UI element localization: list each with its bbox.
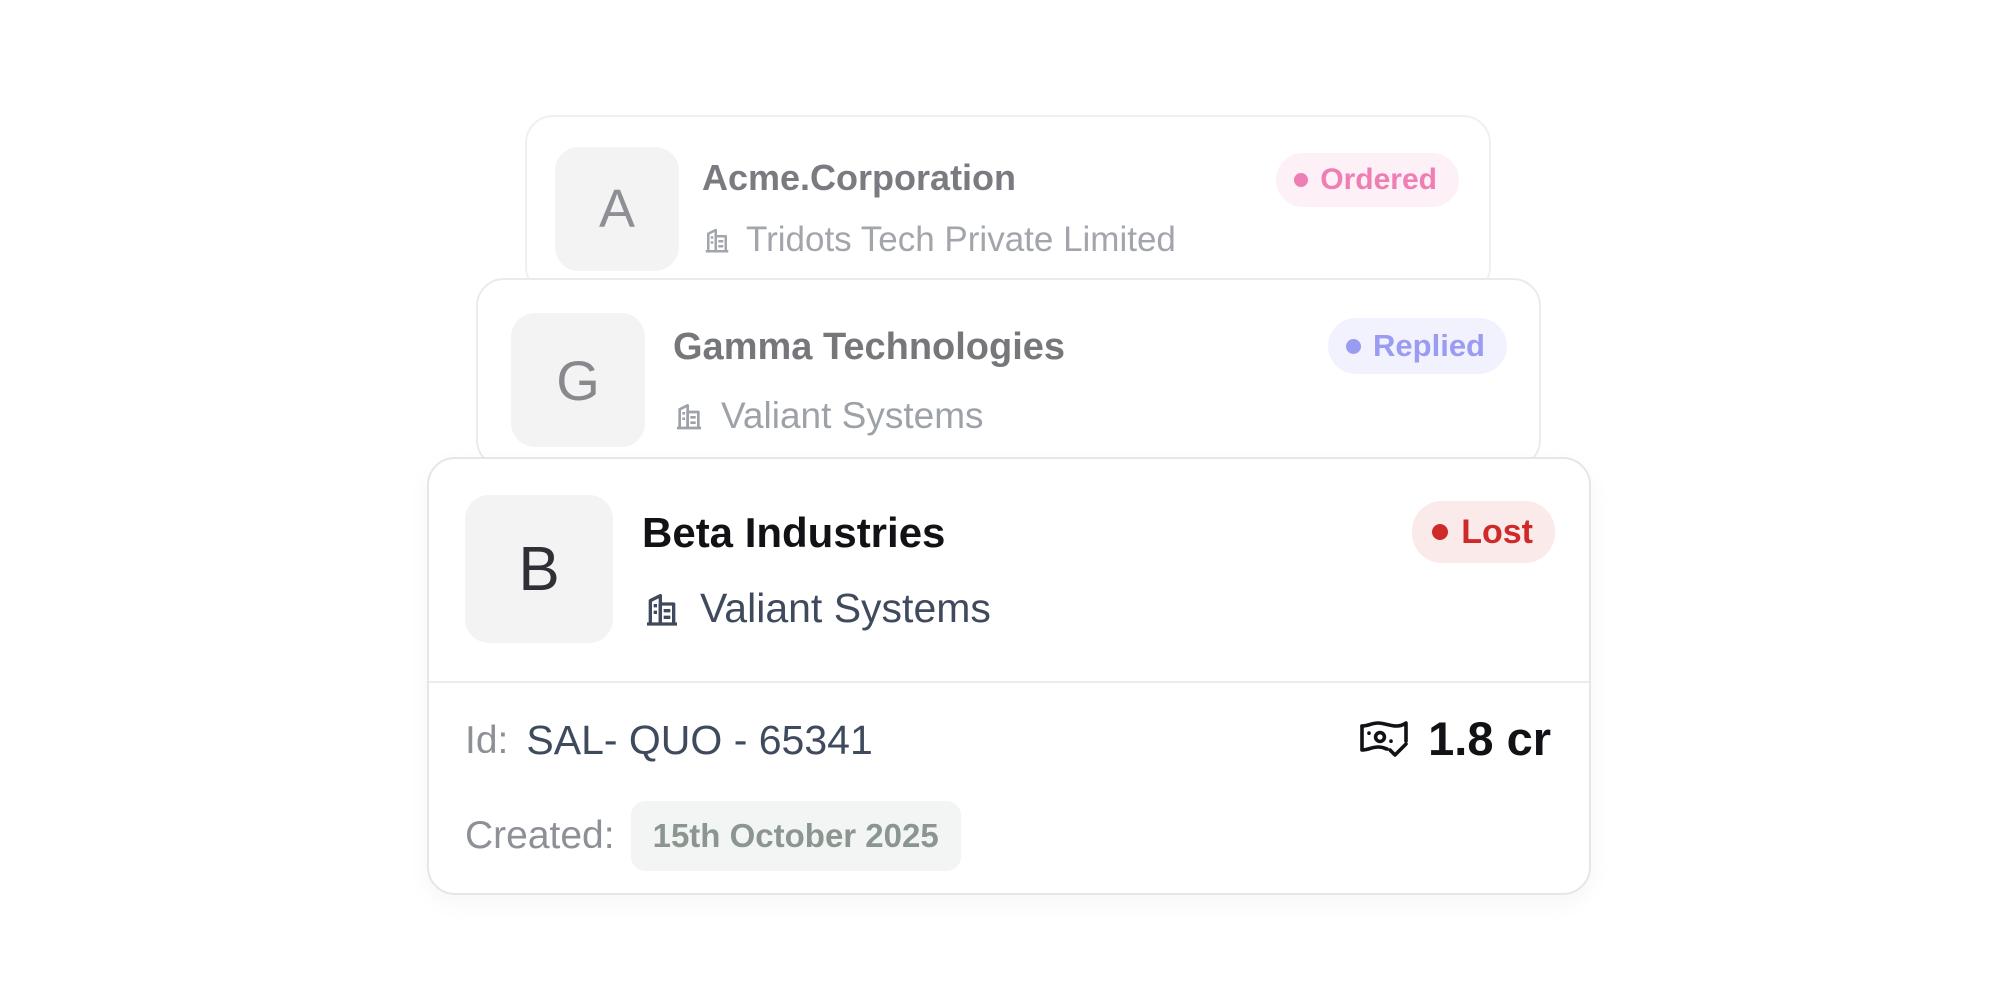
avatar: G xyxy=(511,313,645,447)
created-row: Created: 15th October 2025 xyxy=(465,801,961,871)
customer-name: Acme.Corporation xyxy=(702,157,1017,198)
quote-id-row: Id: SAL- QUO - 65341 xyxy=(465,717,873,764)
customer-name: Gamma Technologies xyxy=(673,326,1066,368)
created-date-chip: 15th October 2025 xyxy=(630,801,961,871)
building-icon xyxy=(673,400,705,432)
company-line: Valiant Systems xyxy=(673,395,984,437)
avatar-letter: G xyxy=(556,348,600,412)
quote-card-gamma[interactable]: G Gamma Technologies Valiant Systems Rep… xyxy=(476,278,1541,468)
status-dot xyxy=(1432,524,1449,540)
avatar-letter: A xyxy=(598,179,636,239)
status-dot xyxy=(1294,173,1309,187)
amount-value: 1.8 cr xyxy=(1428,712,1551,765)
status-label: Lost xyxy=(1461,512,1533,551)
avatar: A xyxy=(555,147,679,271)
customer-name: Beta Industries xyxy=(642,509,946,556)
status-badge: Ordered xyxy=(1276,153,1459,207)
quote-card-acme[interactable]: A Acme.Corporation Tridots Tech Private … xyxy=(525,115,1491,295)
company-name: Tridots Tech Private Limited xyxy=(746,220,1176,259)
quote-amount: 1.8 cr xyxy=(1358,711,1551,766)
company-name: Valiant Systems xyxy=(721,395,984,436)
status-dot xyxy=(1346,338,1362,354)
status-label: Ordered xyxy=(1320,163,1437,196)
id-value: SAL- QUO - 65341 xyxy=(526,717,873,763)
status-badge: Lost xyxy=(1412,501,1555,563)
building-icon xyxy=(642,589,682,629)
quote-cards-stack: A Acme.Corporation Tridots Tech Private … xyxy=(0,0,2000,1000)
status-label: Replied xyxy=(1373,328,1485,363)
company-name: Valiant Systems xyxy=(700,585,991,631)
company-line: Valiant Systems xyxy=(642,585,991,632)
created-label: Created: xyxy=(465,814,615,857)
quote-card-beta[interactable]: B Beta Industries Valiant Systems Lost I… xyxy=(427,457,1591,895)
avatar: B xyxy=(465,495,613,643)
status-badge: Replied xyxy=(1328,318,1507,374)
money-check-icon xyxy=(1358,712,1410,765)
card-divider xyxy=(429,681,1589,683)
building-icon xyxy=(702,225,732,255)
id-label: Id: xyxy=(465,718,509,762)
avatar-letter: B xyxy=(518,534,560,604)
company-line: Tridots Tech Private Limited xyxy=(702,220,1176,260)
